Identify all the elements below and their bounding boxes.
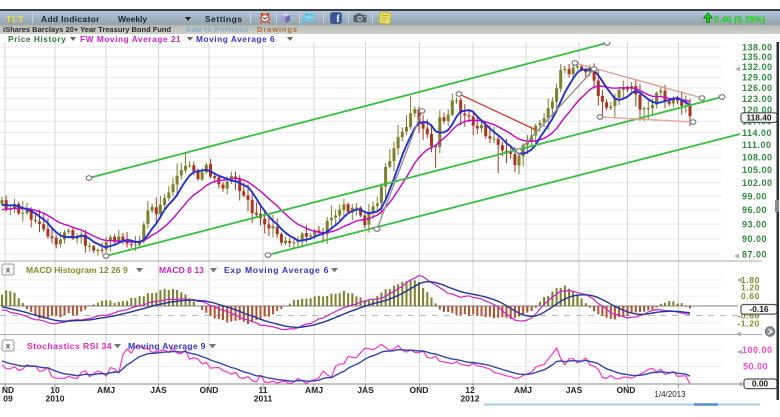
svg-text:MACD 8 13: MACD 8 13 bbox=[159, 265, 204, 275]
svg-text:AMJ: AMJ bbox=[305, 385, 323, 395]
svg-text:90.00: 90.00 bbox=[742, 234, 767, 244]
svg-text:x: x bbox=[6, 266, 11, 275]
svg-text:AMJ: AMJ bbox=[514, 385, 532, 395]
svg-text:09: 09 bbox=[3, 394, 13, 404]
svg-text:Exp Moving Average 6: Exp Moving Average 6 bbox=[224, 265, 329, 275]
svg-text:114.00: 114.00 bbox=[742, 128, 772, 138]
svg-text:0.46 (0.39%): 0.46 (0.39%) bbox=[714, 15, 766, 25]
svg-text:99.00: 99.00 bbox=[742, 191, 767, 201]
svg-text:123.00: 123.00 bbox=[742, 94, 773, 104]
svg-text:Moving Average 9: Moving Average 9 bbox=[128, 341, 206, 351]
svg-text:OND: OND bbox=[200, 385, 219, 395]
svg-text:x: x bbox=[6, 342, 11, 351]
svg-text:JAS: JAS bbox=[357, 385, 374, 395]
svg-text:105.00: 105.00 bbox=[742, 165, 773, 175]
svg-text:50.00: 50.00 bbox=[743, 362, 768, 372]
svg-text:MACD Histogram 12 26 9: MACD Histogram 12 26 9 bbox=[26, 265, 128, 275]
svg-text:96.00: 96.00 bbox=[742, 205, 767, 215]
svg-text:93.00: 93.00 bbox=[742, 219, 767, 229]
svg-text:1/4/2013: 1/4/2013 bbox=[654, 390, 686, 399]
svg-text:JAS: JAS bbox=[566, 385, 583, 395]
svg-text:AMJ: AMJ bbox=[97, 385, 115, 395]
svg-text:118.40: 118.40 bbox=[746, 113, 771, 123]
svg-text:138.00: 138.00 bbox=[742, 42, 773, 52]
svg-text:100.00: 100.00 bbox=[742, 345, 773, 355]
svg-text:OND: OND bbox=[410, 385, 429, 395]
svg-text:87.00: 87.00 bbox=[742, 249, 767, 259]
svg-text:JAS: JAS bbox=[150, 385, 167, 395]
svg-text:Stochastics RSI 34: Stochastics RSI 34 bbox=[27, 341, 112, 351]
svg-text:132.00: 132.00 bbox=[742, 62, 773, 72]
svg-text:135.00: 135.00 bbox=[742, 52, 773, 62]
svg-text:111.00: 111.00 bbox=[742, 140, 772, 150]
svg-text:102.00: 102.00 bbox=[742, 178, 773, 188]
svg-text:-0.16: -0.16 bbox=[749, 304, 768, 314]
svg-text:129.00: 129.00 bbox=[742, 73, 773, 83]
svg-text:0.60: 0.60 bbox=[741, 291, 760, 301]
svg-text:2011: 2011 bbox=[254, 394, 273, 404]
svg-text:0.00: 0.00 bbox=[752, 379, 769, 389]
svg-text:2012: 2012 bbox=[461, 394, 480, 404]
svg-text:126.00: 126.00 bbox=[742, 83, 773, 93]
svg-text:108.00: 108.00 bbox=[742, 152, 773, 162]
svg-text:-1.20: -1.20 bbox=[738, 319, 760, 329]
svg-text:OND: OND bbox=[617, 385, 636, 395]
svg-text:2010: 2010 bbox=[46, 394, 65, 404]
